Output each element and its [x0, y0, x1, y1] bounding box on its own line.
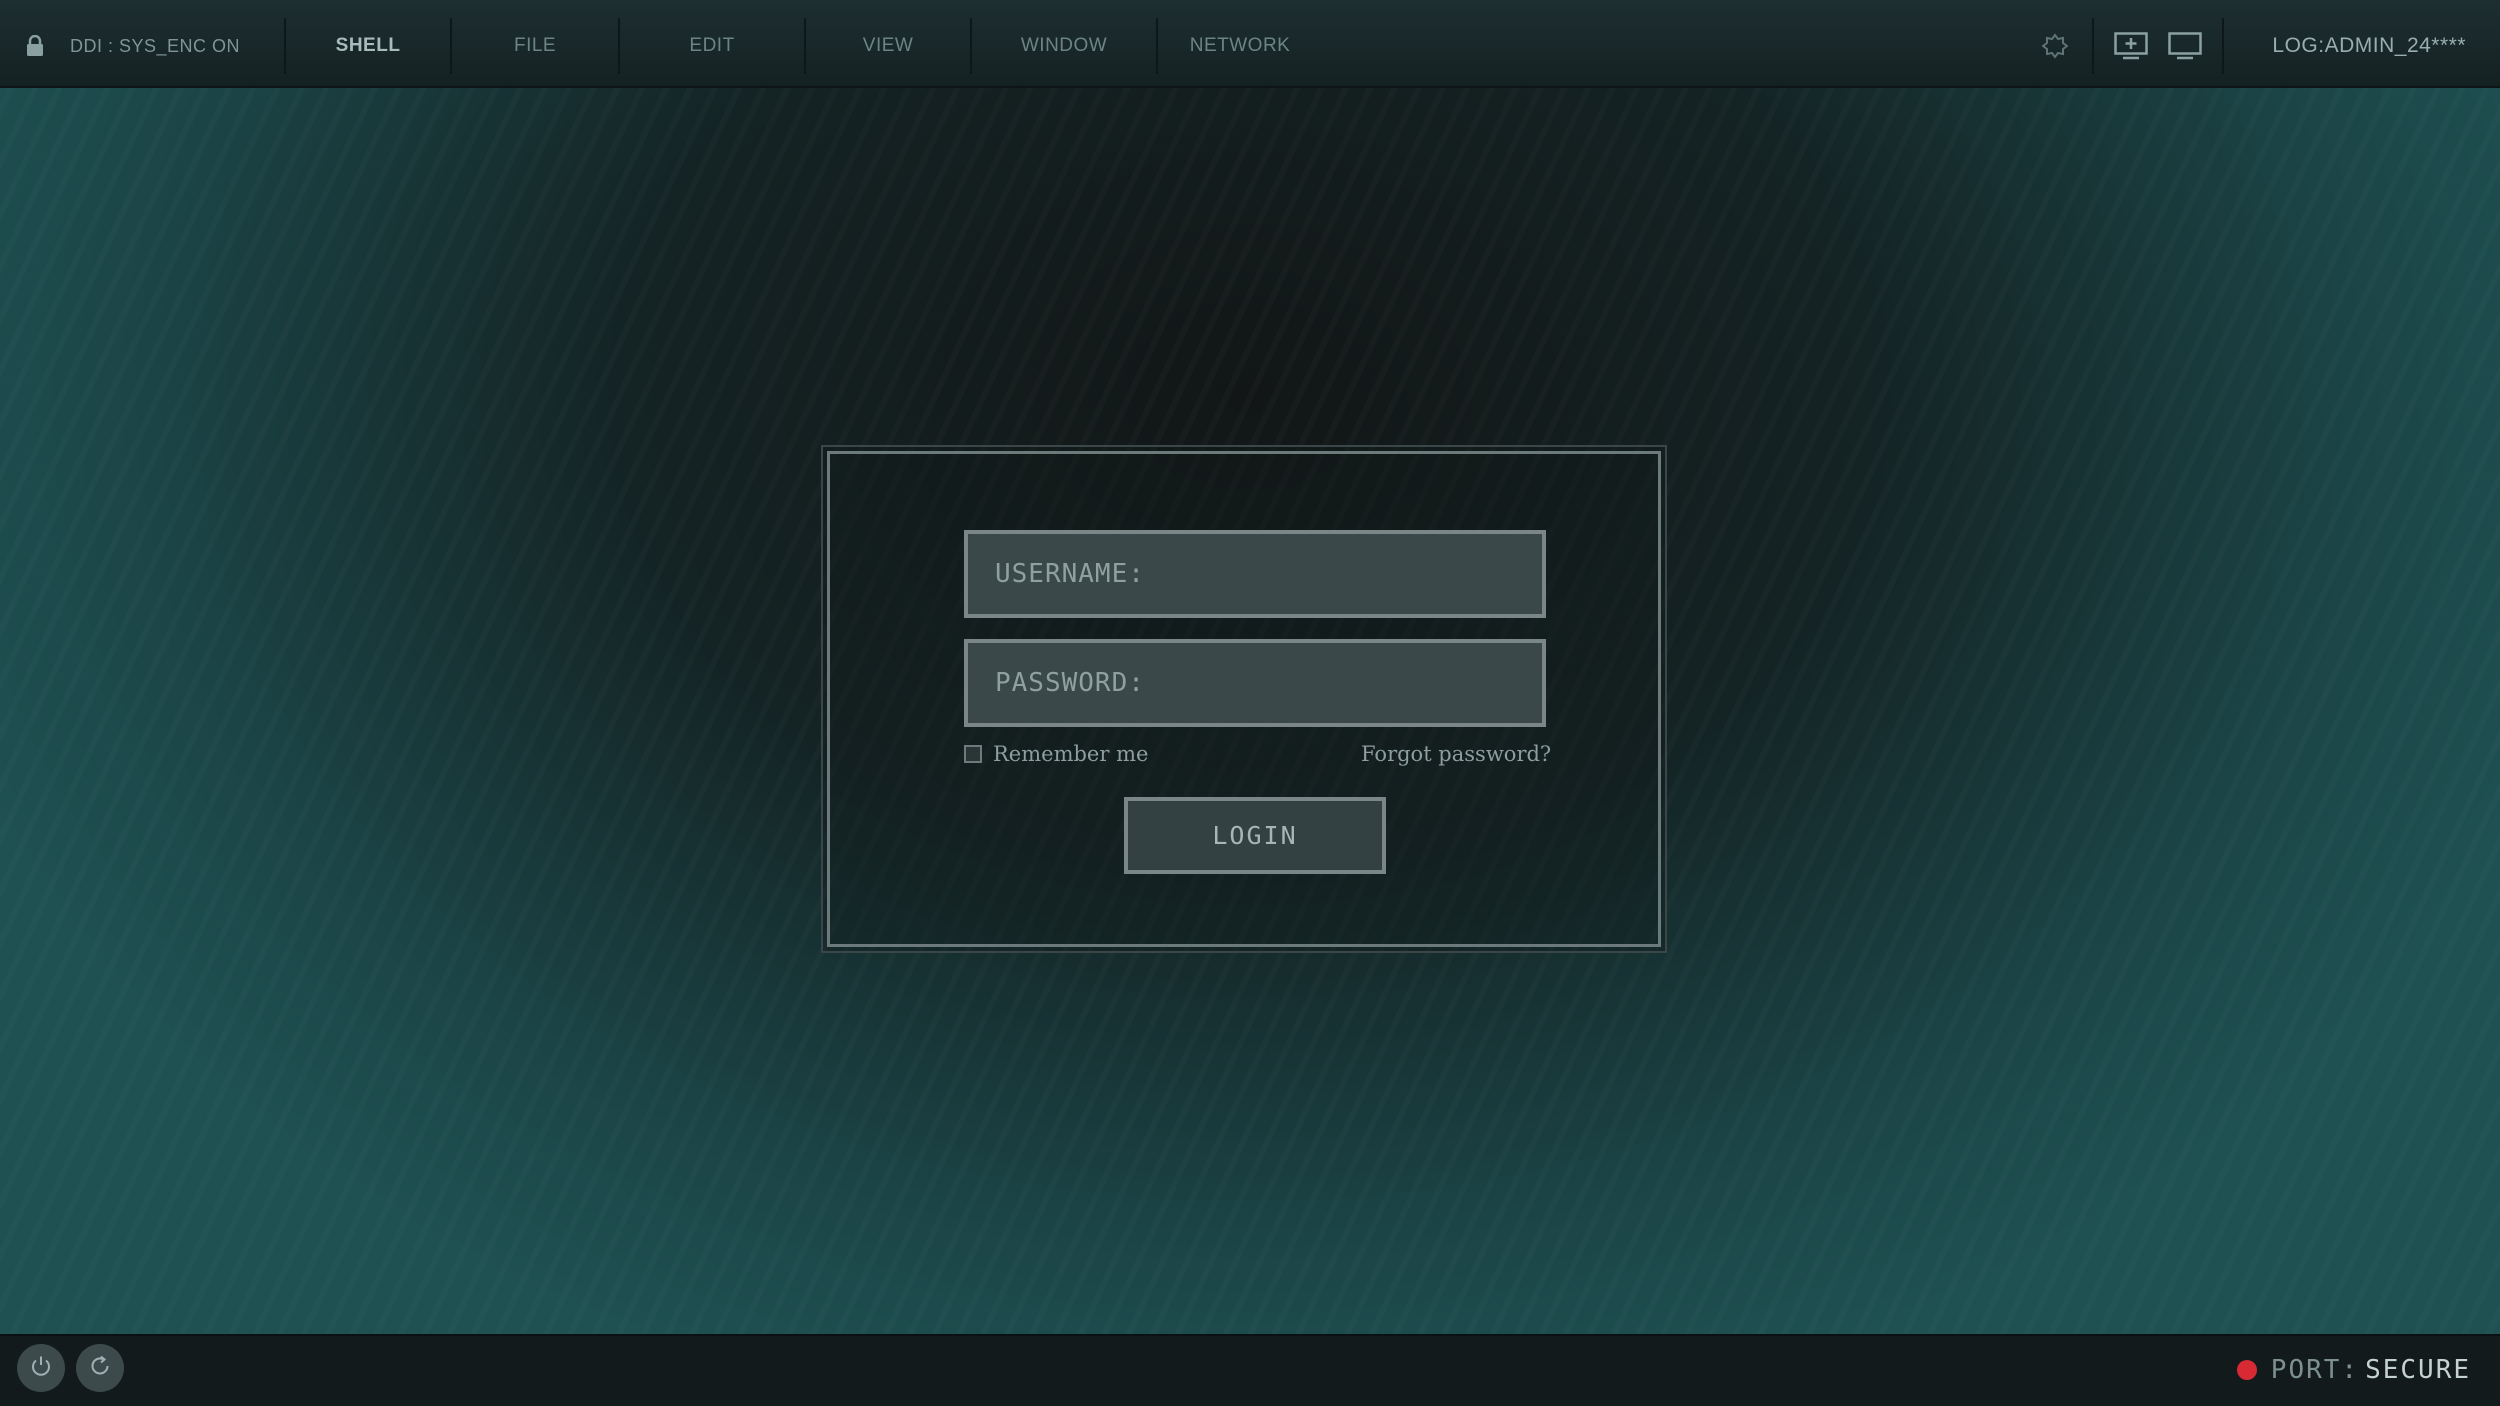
- port-status: PORT: SECURE: [2236, 1352, 2471, 1388]
- refresh-icon: [88, 1354, 112, 1382]
- add-display-icon[interactable]: [2104, 18, 2158, 74]
- logged-user-label: LOG:ADMIN_24****: [2272, 34, 2466, 57]
- status-dot-icon: [2236, 1360, 2257, 1380]
- menu-shell[interactable]: SHELL: [286, 18, 453, 74]
- menu-view[interactable]: VIEW: [806, 18, 973, 74]
- password-field[interactable]: PASSWORD:: [964, 639, 1546, 727]
- port-value: SECURE: [2365, 1355, 2471, 1385]
- bottom-status-bar: [0, 1334, 2500, 1406]
- lock-icon: [0, 18, 70, 74]
- power-icon: [29, 1354, 53, 1382]
- forgot-password-link[interactable]: Forgot password?: [1361, 740, 1551, 768]
- remember-me-label: Remember me: [993, 742, 1149, 766]
- menu-file[interactable]: FILE: [452, 18, 621, 74]
- menu-right-group: LOG:ADMIN_24****: [2028, 18, 2500, 74]
- settings-icon[interactable]: [2028, 18, 2082, 74]
- password-label: PASSWORD:: [995, 668, 1145, 698]
- menu-network[interactable]: NETWORK: [1158, 18, 1322, 74]
- display-icon[interactable]: [2158, 18, 2212, 74]
- refresh-button[interactable]: [76, 1344, 124, 1392]
- menu-left-group: DDI : SYS_ENC ON SHELL FILE EDIT VIEW WI…: [0, 18, 1322, 74]
- toolbar-separator: [2092, 18, 2095, 74]
- menu-window[interactable]: WINDOW: [972, 18, 1159, 74]
- login-button[interactable]: LOGIN: [1124, 797, 1386, 874]
- menu-edit[interactable]: EDIT: [620, 18, 807, 74]
- top-menu-strip: DDI : SYS_ENC ON SHELL FILE EDIT VIEW WI…: [0, 18, 2500, 74]
- top-menu-bar: DDI : SYS_ENC ON SHELL FILE EDIT VIEW WI…: [0, 0, 2500, 88]
- remember-me-option[interactable]: Remember me: [964, 740, 1148, 768]
- port-label: PORT:: [2270, 1355, 2360, 1385]
- username-field[interactable]: USERNAME:: [964, 530, 1546, 618]
- remember-me-checkbox[interactable]: [964, 745, 982, 763]
- system-status-label: DDI : SYS_ENC ON: [70, 18, 287, 74]
- power-button[interactable]: [17, 1344, 65, 1392]
- username-label: USERNAME:: [995, 559, 1145, 589]
- toolbar-separator: [2222, 18, 2225, 74]
